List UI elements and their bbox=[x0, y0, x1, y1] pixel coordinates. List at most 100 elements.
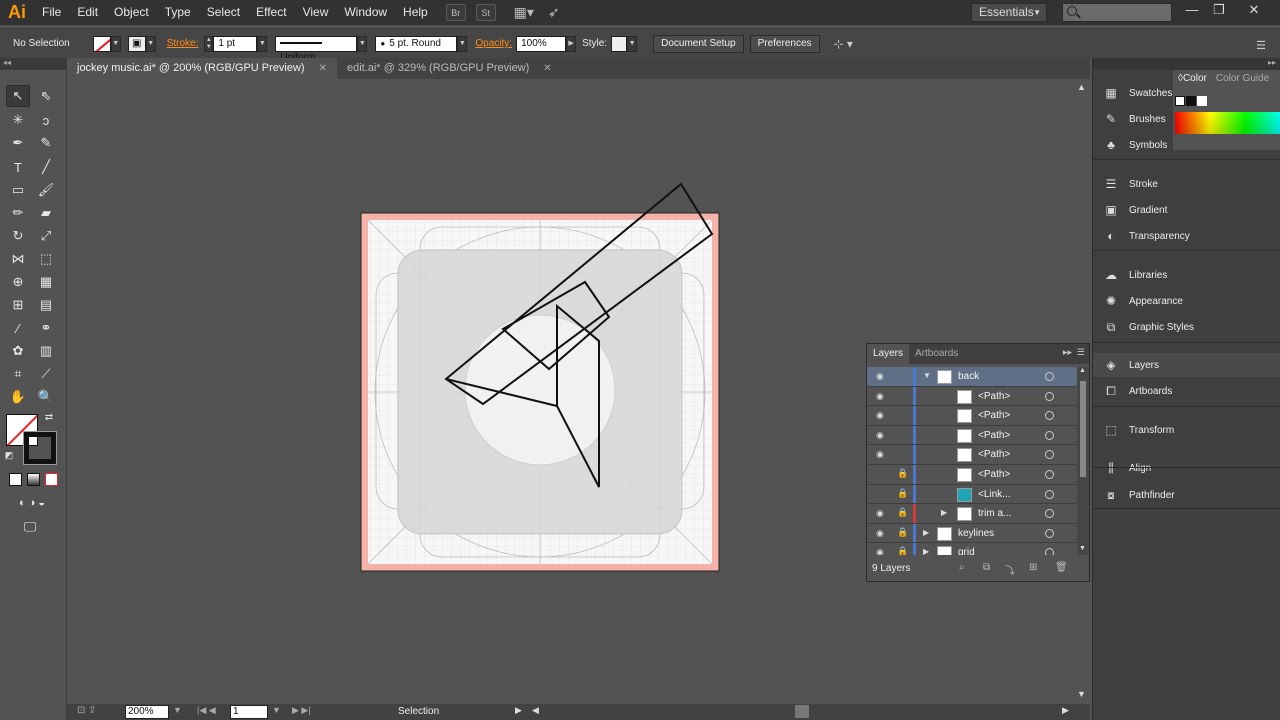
dock-item-pathfinder[interactable]: ⧇ Pathfinder bbox=[1093, 483, 1280, 507]
zoom-field[interactable]: 200% bbox=[125, 705, 169, 719]
menu-object[interactable]: Object bbox=[106, 0, 157, 25]
pencil-tool-icon[interactable]: ✏ bbox=[6, 202, 30, 224]
stroke-swatch[interactable]: ▣ bbox=[127, 35, 146, 52]
close-icon[interactable]: ✕ bbox=[319, 58, 327, 79]
target-icon[interactable] bbox=[1045, 528, 1054, 538]
brush-select[interactable]: ● 5 pt. Round bbox=[375, 35, 458, 52]
layer-row[interactable]: ◉ 🔒 ▶ keylines bbox=[867, 523, 1077, 544]
layer-name[interactable]: trim a... bbox=[978, 508, 1011, 519]
layer-row[interactable]: 🔒 <Link... bbox=[867, 484, 1077, 505]
visibility-eye-icon[interactable]: ◉ bbox=[876, 449, 884, 460]
hand-tool-icon[interactable]: ✋ bbox=[6, 386, 30, 408]
artboard-tool-icon[interactable]: ⌗ bbox=[6, 363, 30, 385]
color-mode-icon[interactable] bbox=[9, 473, 22, 486]
zoom-tool-icon[interactable]: 🔍 bbox=[34, 386, 58, 408]
target-icon[interactable] bbox=[1045, 548, 1054, 555]
line-tool-icon[interactable]: ╱ bbox=[34, 156, 58, 178]
layer-name[interactable]: <Link... bbox=[978, 489, 1011, 500]
perspective-grid-tool-icon[interactable]: ▦ bbox=[34, 271, 58, 293]
dock-item-libraries[interactable]: ☁ Libraries bbox=[1093, 263, 1280, 287]
gradient-tool-icon[interactable]: ▤ bbox=[34, 294, 58, 316]
control-menu-icon[interactable]: ☰ bbox=[1256, 39, 1266, 52]
dock-item-gradient[interactable]: ▣ Gradient bbox=[1093, 198, 1280, 222]
chevron-right-icon[interactable]: ▶ bbox=[923, 528, 929, 537]
menu-select[interactable]: Select bbox=[199, 0, 248, 25]
artboard-dropdown-icon[interactable]: ▼ bbox=[272, 705, 281, 715]
status-mode[interactable]: Selection bbox=[398, 706, 439, 717]
rotate-tool-icon[interactable]: ↻ bbox=[6, 225, 30, 247]
eraser-tool-icon[interactable]: ▰ bbox=[34, 202, 58, 224]
dock-item-layers[interactable]: ◈ Layers bbox=[1093, 353, 1280, 377]
target-icon[interactable] bbox=[1045, 372, 1054, 381]
fill-dropdown[interactable]: ▼ bbox=[110, 35, 121, 52]
rectangle-tool-icon[interactable]: ▭ bbox=[6, 179, 30, 201]
screen-mode-icon[interactable]: 🖵 bbox=[18, 516, 42, 538]
chevron-down-icon[interactable]: ▼ bbox=[923, 371, 931, 380]
stroke-profile-dropdown[interactable]: ▼ bbox=[357, 35, 368, 52]
graphic-style-swatch[interactable] bbox=[611, 35, 628, 52]
chevron-right-icon[interactable]: ▶ bbox=[941, 508, 947, 517]
graphic-style-dropdown[interactable]: ▼ bbox=[627, 35, 638, 52]
new-layer-icon[interactable]: ⊞ bbox=[1029, 562, 1037, 573]
panel-menu-icon[interactable]: ▸▸ ☰ bbox=[1063, 347, 1085, 358]
paintbrush-tool-icon[interactable]: 🖌 bbox=[34, 179, 58, 201]
slice-tool-icon[interactable]: ⟋ bbox=[34, 363, 58, 385]
eyedropper-tool-icon[interactable]: ⁄ bbox=[6, 317, 30, 339]
visibility-eye-icon[interactable]: ◉ bbox=[876, 508, 884, 519]
layer-name[interactable]: <Path> bbox=[978, 410, 1010, 421]
lock-icon[interactable]: 🔒 bbox=[897, 468, 908, 479]
first-artboard-icon[interactable]: |◀ ◀ bbox=[197, 705, 216, 716]
column-graph-tool-icon[interactable]: ▥ bbox=[34, 340, 58, 362]
locate-object-icon[interactable]: ⌕ bbox=[959, 562, 965, 573]
curvature-tool-icon[interactable]: ✎ bbox=[34, 132, 58, 154]
visibility-eye-icon[interactable]: ◉ bbox=[876, 371, 884, 382]
layer-name[interactable]: back bbox=[958, 371, 979, 382]
visibility-eye-icon[interactable]: ◉ bbox=[876, 410, 884, 421]
menu-window[interactable]: Window bbox=[336, 0, 395, 25]
lock-icon[interactable]: 🔒 bbox=[897, 488, 908, 499]
layer-row[interactable]: ◉ <Path> bbox=[867, 386, 1077, 407]
layer-name[interactable]: <Path> bbox=[978, 449, 1010, 460]
stroke-weight-field[interactable]: 1 pt bbox=[213, 35, 258, 52]
document-setup-button[interactable]: Document Setup bbox=[653, 34, 744, 53]
width-tool-icon[interactable]: ⋈ bbox=[6, 248, 30, 270]
layer-name[interactable]: <Path> bbox=[978, 469, 1010, 480]
menu-edit[interactable]: Edit bbox=[69, 0, 106, 25]
opacity-dropdown[interactable]: ▶ bbox=[566, 35, 577, 52]
menu-file[interactable]: File bbox=[34, 0, 69, 25]
layer-row[interactable]: 🔒 <Path> bbox=[867, 464, 1077, 485]
draw-mode-icon[interactable]: ◐ ◑ ◒ bbox=[6, 492, 58, 514]
artboard-field[interactable]: 1 bbox=[230, 705, 268, 719]
layer-row[interactable]: ◉ ▼ back bbox=[867, 367, 1077, 387]
layer-row[interactable]: ◉ 🔒 ▶ trim a... bbox=[867, 504, 1077, 524]
scroll-right-icon[interactable]: ▶ bbox=[1062, 705, 1069, 716]
layer-name[interactable]: keylines bbox=[958, 528, 994, 539]
lasso-tool-icon[interactable]: ↄ bbox=[34, 109, 58, 131]
target-icon[interactable] bbox=[1045, 489, 1054, 499]
visibility-eye-icon[interactable]: ◉ bbox=[876, 430, 884, 441]
delete-layer-icon[interactable]: 🗑 bbox=[1055, 562, 1068, 573]
target-icon[interactable] bbox=[1045, 411, 1054, 421]
tab-jockey-music[interactable]: jockey music.ai* @ 200% (RGB/GPU Preview… bbox=[67, 58, 337, 79]
status-menu-icon[interactable]: ▶ bbox=[515, 705, 522, 716]
lock-icon[interactable]: 🔒 bbox=[897, 527, 908, 538]
status-icons[interactable]: ⊡ ⇪ bbox=[77, 705, 97, 716]
layer-name[interactable]: <Path> bbox=[978, 430, 1010, 441]
layer-row[interactable]: ◉ 🔒 ▶ grid bbox=[867, 543, 1077, 555]
shape-builder-tool-icon[interactable]: ⊕ bbox=[6, 271, 30, 293]
direct-selection-tool-icon[interactable]: ⇖ bbox=[34, 85, 58, 107]
gradient-mode-icon[interactable] bbox=[27, 473, 40, 486]
dock-item-appearance[interactable]: ✺ Appearance bbox=[1093, 289, 1280, 313]
lock-icon[interactable]: 🔒 bbox=[897, 507, 908, 518]
target-icon[interactable] bbox=[1045, 509, 1054, 519]
none-mode-icon[interactable] bbox=[45, 473, 58, 486]
next-artboard-icon[interactable]: ▶ ▶| bbox=[292, 705, 311, 716]
dock-item-transparency[interactable]: ◐ Transparency bbox=[1093, 224, 1280, 248]
opacity-field[interactable]: 100% bbox=[516, 35, 567, 52]
visibility-eye-icon[interactable]: ◉ bbox=[876, 391, 884, 402]
layer-row[interactable]: ◉ <Path> bbox=[867, 406, 1077, 426]
new-sublayer-icon[interactable]: ⤵ bbox=[1005, 562, 1015, 577]
dock-item-brushes[interactable]: ✎ Brushes bbox=[1093, 107, 1280, 131]
bridge-button[interactable]: Br bbox=[445, 4, 466, 21]
layer-name[interactable]: <Path> bbox=[978, 391, 1010, 402]
